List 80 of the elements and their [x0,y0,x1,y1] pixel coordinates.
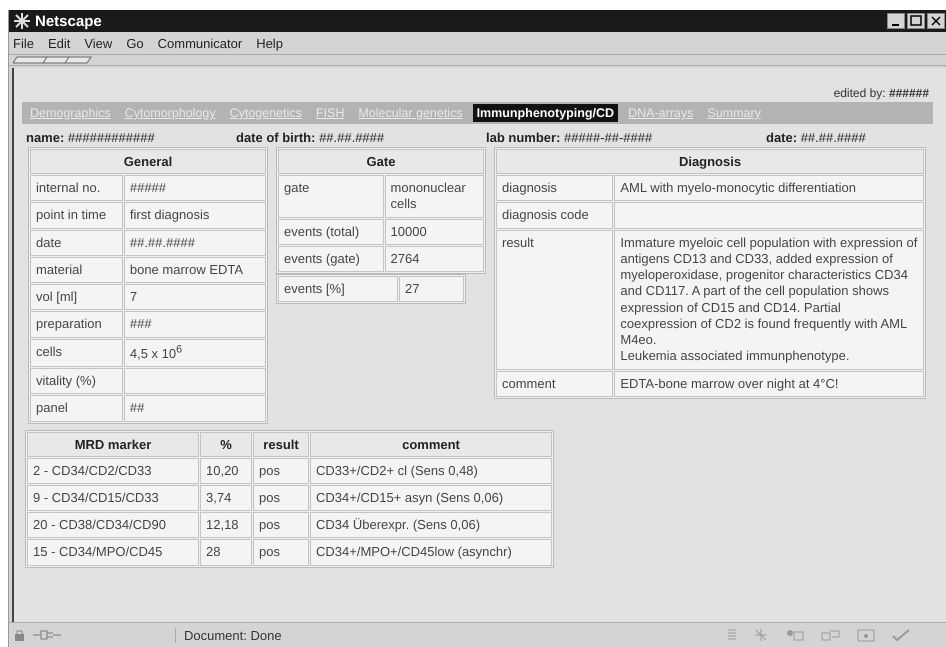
table-header: General [30,149,266,174]
table-cell: cells [30,338,123,368]
table-cell: EDTA-bone marrow over night at 4°C! [614,370,924,397]
plug-icon [33,628,61,642]
table-cell: gate [278,175,384,218]
table-cell: CD34 Überexpr. (Sens 0,06) [310,512,552,538]
table-cell: mononuclear cells [384,175,484,218]
logo-icon [13,12,31,30]
table-cell: diagnosis [496,175,614,202]
menu-item[interactable]: Communicator [158,36,242,50]
people-icon [785,628,805,642]
table-header: result [253,432,309,457]
status-text: Document: Done [175,628,364,642]
table-cell: diagnosis code [496,202,614,228]
table-cell: result [496,230,614,370]
table-cell: 2 - CD34/CD2/CD33 [27,458,199,484]
table-cell: first diagnosis [124,202,266,228]
table-cell: point in time [30,202,123,228]
table-cell: internal no. [30,175,123,202]
table-cell: ## [124,395,266,422]
patient-info: lab number: #####-##-#### [486,130,654,145]
table-cell: 3,74 [200,484,252,512]
table-cell: 20 - CD38/CD34/CD90 [27,512,199,538]
list-icon [727,628,737,642]
patient-info: name: ############ [26,130,156,145]
menu-item[interactable]: Help [256,36,283,50]
image-icon [857,628,875,642]
close-icon[interactable] [927,13,945,29]
table-cell: comment [496,370,614,397]
table-cell: preparation [30,311,123,338]
table-cell: ##.##.#### [124,230,266,256]
window-title: Netscape [35,12,102,30]
tab[interactable]: Immunphenotyping/CD [472,104,618,122]
table-cell: pos [253,512,309,538]
table-cell: pos [253,484,309,512]
table-cell: 10,20 [200,458,252,484]
table-header: comment [310,432,552,457]
table-cell: bone marrow EDTA [124,256,266,283]
table-header: Diagnosis [496,149,924,174]
table-cell: panel [30,395,123,422]
minimize-icon[interactable] [887,13,905,29]
table-cell: events (gate) [278,246,384,272]
menu-item[interactable]: Go [126,36,144,50]
table-cell: vitality (%) [30,368,123,394]
menu-item[interactable]: View [84,36,112,50]
table-cell: material [30,256,123,283]
table-cell: events [%] [278,276,398,302]
table-cell: 15 - CD34/MPO/CD45 [27,539,199,566]
menu-item[interactable]: Edit [48,36,70,50]
patient-info: date of birth: ##.##.#### [236,130,386,145]
table-header: Gate [278,149,484,174]
table-cell: 9 - CD34/CD15/CD33 [27,484,199,512]
table-cell: 4,5 x 10$^{6}$ [124,338,266,368]
menu-item[interactable]: File [13,36,34,50]
table-cell: CD34+/MPO+/CD45low (asynchr) [310,539,552,566]
patient-info: date: ##.##.#### [766,130,867,145]
table-header: MRD marker [27,432,199,457]
table-cell: ##### [124,175,266,202]
table-cell: CD33+/CD2+ cl (Sens 0,48) [310,458,552,484]
chat-icon [821,628,841,642]
table-cell: 27 [399,276,464,302]
table-cell: AML with myelo-monocytic differentiation [614,175,924,202]
table-cell: pos [253,539,309,566]
table-cell: Immature myeloic cell population with expression of antigens CD13 and CD33, added expression of myeloperoxidase, progenitor characteristics CD34 and CD117. A part of the cell population shows expression of CD15 and CD14. Partial coexpression of CD2 is found frequently with AML M4eo. Leukemia associated immunphenotype. [614,230,924,370]
toolbar-grip-icon[interactable] [13,56,93,64]
table-cell: vol [ml] [30,284,123,310]
table-cell: 28 [200,539,252,566]
maximize-icon[interactable] [907,13,925,29]
table-cell: 10000 [384,218,484,245]
table-cell: ### [124,311,266,338]
table-cell: 12,18 [200,512,252,538]
table-cell: events (total) [278,218,384,245]
edited-by-label: edited by: ###### [834,86,929,100]
table-cell: CD34+/CD15+ asyn (Sens 0,06) [310,484,552,512]
table-header: % [200,432,252,457]
table-cell: pos [253,458,309,484]
table-cell: date [30,230,123,256]
sparkle-icon [753,628,769,642]
table-cell: 7 [124,284,266,310]
table-cell: 2764 [384,246,484,272]
